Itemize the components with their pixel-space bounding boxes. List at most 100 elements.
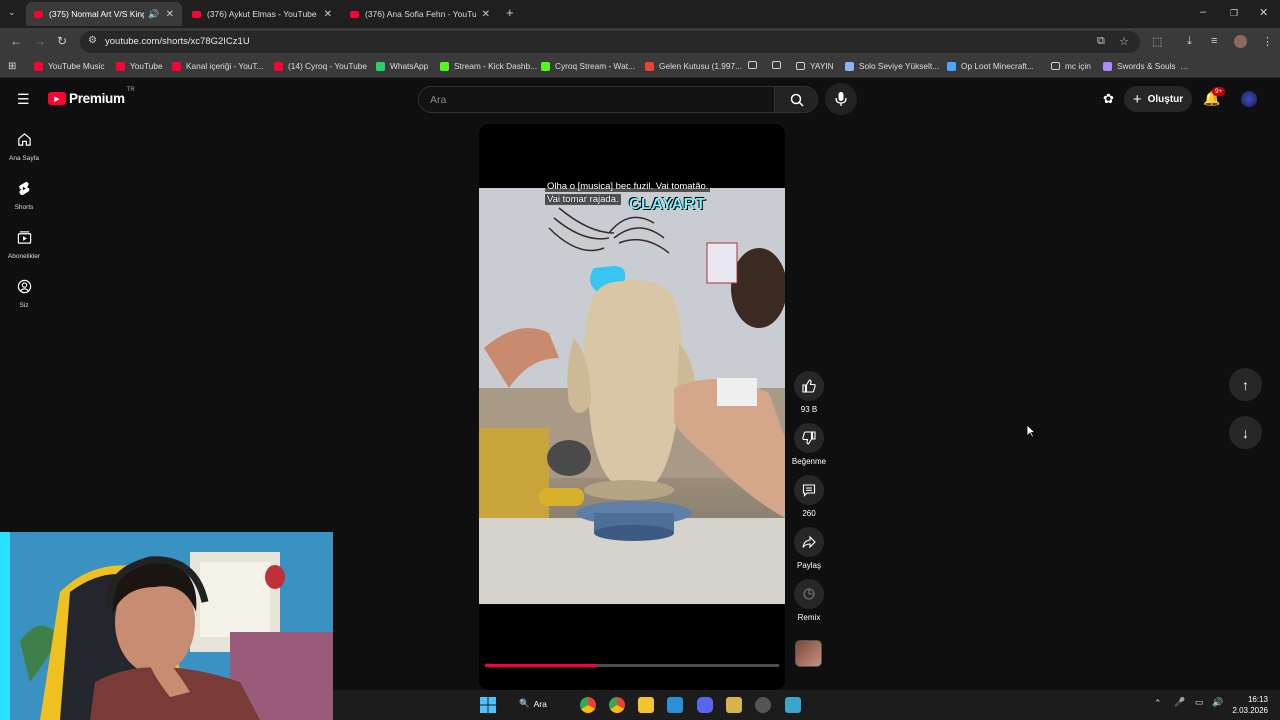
app-icon[interactable]: [785, 697, 801, 713]
close-tab-icon[interactable]: ✕: [166, 9, 174, 20]
forward-icon[interactable]: →: [34, 34, 46, 48]
youtube-header: ☰ ▶ Premium TR Ara ✿ + Oluştur 🔔 9+: [0, 79, 1280, 119]
bookmark-item[interactable]: YouTube Music: [34, 61, 105, 71]
remix-button[interactable]: Remix: [790, 579, 828, 622]
tab-title: (375) Normal Art V/S King o: [49, 9, 145, 19]
tab-2[interactable]: (376) Aykut Elmas - YouTube ✕: [184, 2, 340, 26]
comment-button[interactable]: 260: [790, 475, 828, 518]
comment-icon: [802, 484, 816, 497]
bookmark-item[interactable]: Swords & Souls: [1103, 61, 1176, 71]
mouse-cursor-icon: [1026, 424, 1036, 438]
app-icon[interactable]: [755, 697, 771, 713]
new-tab-icon[interactable]: +: [506, 5, 514, 20]
notifications-button[interactable]: 🔔 9+: [1203, 87, 1226, 108]
discord-icon[interactable]: [697, 697, 713, 713]
comment-count: 260: [802, 509, 816, 518]
tab-1[interactable]: (375) Normal Art V/S King o 🔊 ✕: [26, 2, 182, 26]
sidebar-item-subscriptions[interactable]: Abonelikler: [0, 230, 48, 260]
search-input[interactable]: Ara: [418, 86, 775, 113]
video-progress-fill: [485, 664, 597, 667]
like-icon: [802, 379, 816, 393]
whatsapp-icon: [376, 61, 385, 71]
chrome-recording-icon[interactable]: [580, 697, 596, 713]
webcam-streamer-image: [0, 532, 333, 720]
game-icon: [1103, 61, 1112, 71]
create-button[interactable]: + Oluştur: [1124, 86, 1192, 112]
bookmark-item[interactable]: Solo Seviye Yükselt...: [845, 61, 939, 71]
network-icon[interactable]: ▭: [1195, 697, 1204, 708]
install-app-icon[interactable]: ⧉: [1097, 35, 1105, 48]
gmail-icon: [645, 61, 654, 71]
bookmark-item[interactable]: Gelen Kutusu (1.997...: [645, 61, 742, 71]
url-text[interactable]: youtube.com/shorts/xc78G2ICz1U: [105, 36, 250, 47]
profile-avatar[interactable]: [1234, 35, 1247, 48]
microphone-tray-icon[interactable]: 🎤: [1174, 697, 1185, 708]
windows-taskbar: 🔍 Ara ⌃ 🎤 ▭ 🔊 16:13 2.03.2026: [333, 690, 1280, 720]
plus-icon: +: [1132, 90, 1142, 108]
taskbar-search-button[interactable]: 🔍 Ara: [519, 698, 547, 709]
system-clock[interactable]: 16:13 2.03.2026: [1232, 694, 1268, 716]
tab-3[interactable]: (376) Ana Sofia Fehn - YouTube ✕: [342, 2, 498, 26]
close-window-icon[interactable]: ✕: [1259, 6, 1268, 19]
file-explorer-icon[interactable]: [638, 697, 654, 713]
media-control-icon[interactable]: ≡: [1211, 35, 1217, 47]
gemini-sparkle-icon[interactable]: ✿: [1103, 91, 1114, 107]
shorts-icon: [19, 181, 30, 196]
volume-icon[interactable]: 🔊: [1212, 697, 1223, 708]
speaker-icon[interactable]: 🔊: [148, 9, 159, 20]
address-bar[interactable]: ⚙ youtube.com/shorts/xc78G2ICz1U: [80, 31, 1140, 53]
bookmark-item[interactable]: WhatsApp: [376, 61, 428, 71]
youtube-icon: [172, 61, 181, 71]
chrome-icon[interactable]: [609, 697, 625, 713]
account-avatar[interactable]: [1241, 91, 1257, 107]
close-tab-icon[interactable]: ✕: [482, 9, 490, 20]
short-video-player[interactable]: Olha o [musica] bec fuzil. Vai tomatão. …: [479, 124, 785, 690]
bookmark-item[interactable]: Kanal içeriği - YouT...: [172, 61, 263, 71]
browser-menu-icon[interactable]: ⋮: [1262, 35, 1273, 48]
previous-short-button[interactable]: ↑: [1229, 368, 1262, 401]
reload-icon[interactable]: ↻: [57, 34, 67, 48]
bookmark-item[interactable]: (14) Cyroq - YouTube: [274, 61, 367, 71]
extensions-icon[interactable]: ⬚: [1152, 35, 1162, 48]
downloads-icon[interactable]: ⤓: [1187, 35, 1192, 48]
bookmark-item[interactable]: [772, 61, 786, 69]
game-icon: [845, 61, 854, 71]
app-icon[interactable]: [726, 697, 742, 713]
remix-label: Remix: [797, 613, 821, 622]
apps-grid-icon[interactable]: ⊞: [8, 61, 16, 72]
arrow-up-icon: ↑: [1242, 376, 1249, 393]
sidebar-item-label: Shorts: [14, 204, 34, 211]
bookmark-item[interactable]: YAYIN: [796, 61, 834, 71]
tray-chevron-icon[interactable]: ⌃: [1154, 698, 1162, 709]
bookmark-item[interactable]: Stream - Kick Dashb...: [440, 61, 537, 71]
sidebar-item-home[interactable]: Ana Sayfa: [0, 132, 48, 162]
hamburger-menu-icon[interactable]: ☰: [17, 91, 30, 108]
app-window-icon[interactable]: [667, 697, 683, 713]
sidebar-item-shorts[interactable]: Shorts: [0, 181, 48, 211]
youtube-premium-logo[interactable]: ▶ Premium TR: [48, 87, 135, 106]
voice-search-button[interactable]: [825, 83, 857, 115]
site-info-icon[interactable]: ⚙: [88, 35, 97, 46]
dislike-button[interactable]: Beğenme: [790, 423, 828, 466]
tab-list-chevron-icon[interactable]: ⌄: [8, 7, 16, 18]
bookmark-item[interactable]: [748, 61, 762, 69]
like-button[interactable]: 93 B: [790, 371, 828, 414]
minimize-icon[interactable]: –: [1200, 6, 1206, 18]
bookmark-item[interactable]: Cyroq Stream - Wat...: [541, 61, 635, 71]
close-tab-icon[interactable]: ✕: [324, 9, 332, 20]
next-short-button[interactable]: ↓: [1229, 416, 1262, 449]
bookmark-label: Op Loot Minecraft...: [961, 61, 1034, 71]
bookmark-item[interactable]: mc için: [1051, 61, 1091, 71]
back-icon[interactable]: ←: [10, 34, 22, 48]
bookmark-item[interactable]: Op Loot Minecraft...: [947, 61, 1034, 71]
share-button[interactable]: Paylaş: [790, 527, 828, 570]
bookmark-star-icon[interactable]: ☆: [1119, 35, 1129, 48]
video-progress-bar[interactable]: [485, 664, 779, 667]
sound-thumbnail[interactable]: [795, 640, 822, 667]
bookmark-item[interactable]: YouTube: [116, 61, 163, 71]
bookmarks-overflow-icon[interactable]: …: [1180, 61, 1188, 71]
windows-start-icon[interactable]: [480, 697, 496, 713]
sidebar-item-you[interactable]: Siz: [0, 279, 48, 309]
restore-icon[interactable]: ❐: [1230, 8, 1238, 19]
search-button[interactable]: [774, 86, 818, 113]
